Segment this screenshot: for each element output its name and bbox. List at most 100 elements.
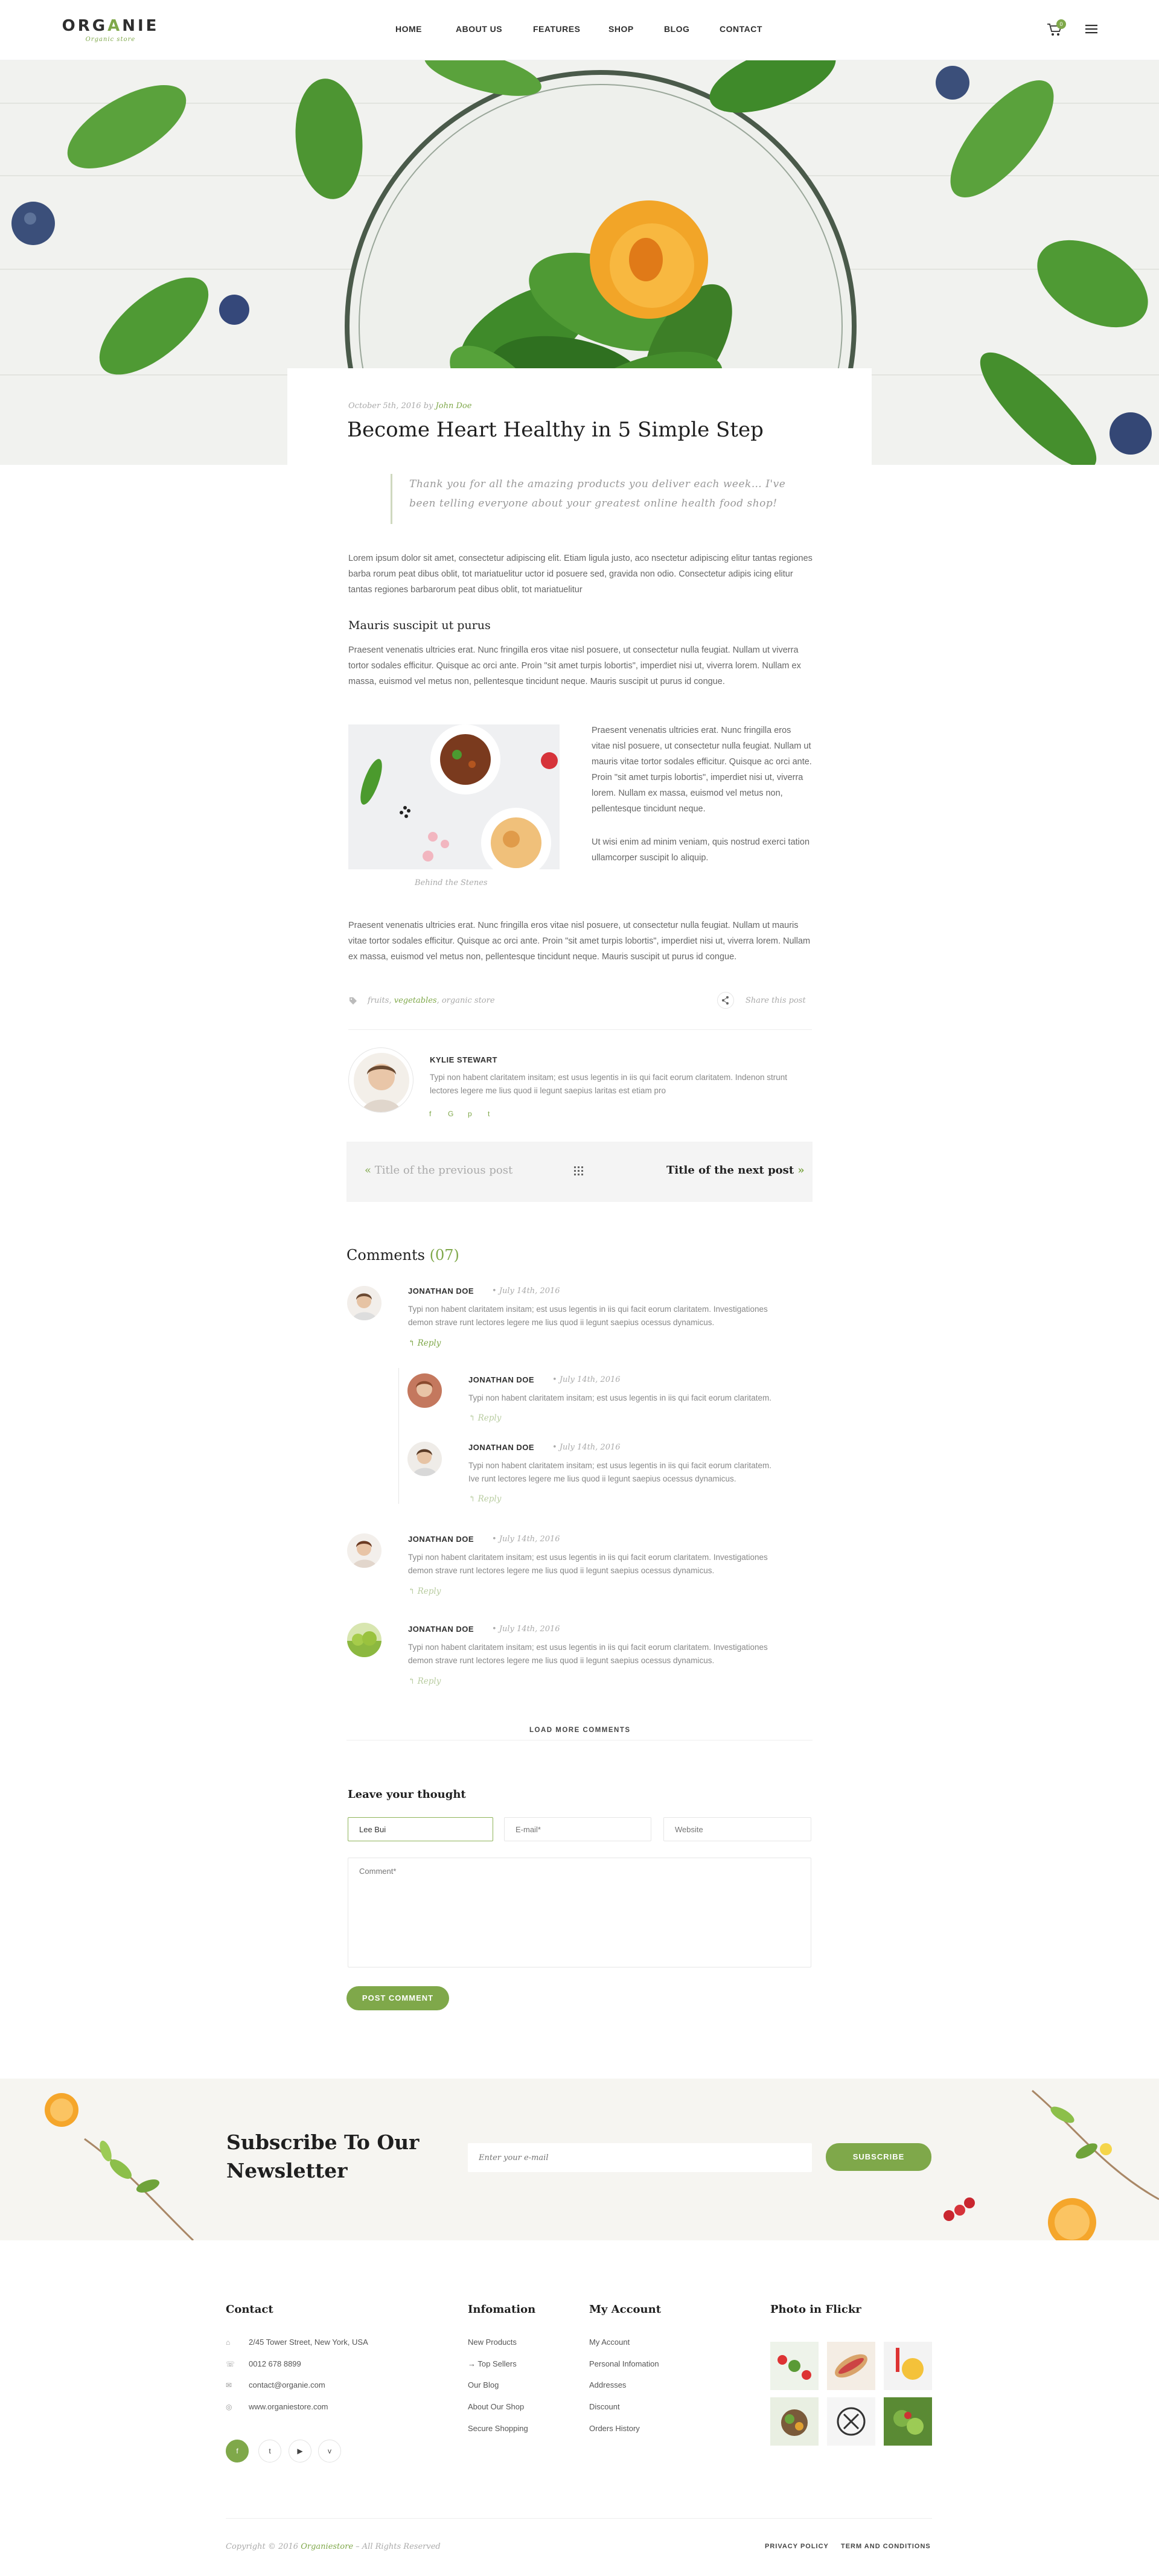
flickr-photo[interactable] [770, 2342, 819, 2390]
footer-link-new-products[interactable]: New Products [468, 2338, 517, 2347]
prev-post-title: Title of the previous post [374, 1164, 513, 1177]
footer-link-addresses[interactable]: Addresses [589, 2380, 626, 2389]
reply-link[interactable]: ↰ Reply [408, 1338, 441, 1348]
reply-link[interactable]: ↰ Reply [408, 1676, 441, 1686]
reply-thread-line [398, 1368, 399, 1504]
comment-text-line-1: Typi non habent claritatem insitam; est … [408, 1553, 768, 1562]
nav-home[interactable]: HOME [395, 24, 422, 34]
newsletter-section: Subscribe To Our Newsletter SUBSCRIBE [0, 2079, 1159, 2240]
next-post-link[interactable]: Title of the next post » [666, 1164, 805, 1177]
comment-text-line-2: demon strave runt lectores legere me liu… [408, 1318, 715, 1327]
footer-youtube-icon[interactable]: ▶ [289, 2440, 311, 2463]
footer-link-about-shop[interactable]: About Our Shop [468, 2402, 524, 2411]
footer-website[interactable]: www.organiestore.com [249, 2402, 328, 2411]
flickr-photo[interactable] [884, 2397, 932, 2446]
home-icon: ⌂ [226, 2338, 231, 2347]
food-plates-illustration [360, 724, 558, 869]
article-intro: Lorem ipsum dolor sit amet, consectetur … [348, 554, 813, 595]
flickr-photo[interactable] [827, 2342, 875, 2390]
flickr-photo[interactable] [827, 2397, 875, 2446]
logo[interactable]: ORGANIE Organic store [59, 17, 162, 51]
tag-organic-store[interactable]: , organic store [437, 996, 495, 1005]
nav-blog[interactable]: BLOG [664, 24, 689, 34]
tag-fruits[interactable]: fruits, [368, 996, 394, 1005]
divider [348, 1029, 812, 1030]
reply-link[interactable]: ↰ Reply [468, 1494, 501, 1504]
article-image[interactable] [348, 724, 560, 869]
footer-twitter-icon[interactable]: t [258, 2440, 281, 2463]
prev-post-link[interactable]: « Title of the previous post [365, 1164, 512, 1177]
comment-text-line-2: demon strave runt lectores legere me liu… [408, 1566, 715, 1575]
privacy-policy-link[interactable]: PRIVACY POLICY [765, 2543, 829, 2550]
nav-contact[interactable]: CONTACT [720, 24, 762, 34]
nav-about-us[interactable]: ABOUT US [456, 24, 502, 34]
image-caption: Behind the Stenes [415, 878, 488, 887]
nav-features[interactable]: FEATURES [533, 24, 580, 34]
footer-link-our-blog[interactable]: Our Blog [468, 2380, 499, 2389]
footer-email[interactable]: contact@organie.com [249, 2380, 325, 2389]
author-facebook-icon[interactable]: f [429, 1110, 431, 1118]
comment-textarea[interactable] [348, 1858, 811, 1967]
comment-text-line-2: Ive runt lectores legere me lius quod ii… [468, 1474, 736, 1483]
subscribe-button[interactable]: SUBSCRIBE [826, 2143, 931, 2171]
comment-date: • July 14th, 2016 [492, 1286, 560, 1296]
grid-icon[interactable] [574, 1166, 584, 1176]
website-input[interactable] [663, 1817, 811, 1841]
next-post-title: Title of the next post [666, 1164, 794, 1177]
share-button[interactable] [717, 992, 734, 1009]
footer-account-heading: My Account [589, 2303, 662, 2316]
quote-bar [391, 474, 392, 524]
nav-shop[interactable]: SHOP [608, 24, 634, 34]
footer-link-top-sellers[interactable]: → Top Sellers [468, 2359, 517, 2368]
copyright-brand-link[interactable]: Organiestore [301, 2542, 353, 2551]
author-twitter-icon[interactable]: t [488, 1110, 490, 1118]
reply-link[interactable]: ↰ Reply [468, 1413, 501, 1423]
comment-author: JONATHAN DOE [468, 1375, 535, 1384]
side-paragraph-2: Ut wisi enim ad minim veniam, quis nostr… [592, 837, 810, 863]
author-pinterest-icon[interactable]: p [468, 1110, 472, 1118]
footer-facebook-icon[interactable]: f [226, 2440, 249, 2463]
comment-text: Typi non habent claritatem insitam; est … [468, 1393, 771, 1402]
footer-link-orders-history[interactable]: Orders History [589, 2424, 640, 2433]
reply-label: Reply [417, 1338, 441, 1348]
email-input[interactable] [504, 1817, 651, 1841]
terms-link[interactable]: TERM AND CONDITIONS [841, 2543, 931, 2550]
tag-vegetables[interactable]: vegetables [394, 996, 437, 1005]
logo-text-accent: A [107, 17, 123, 35]
comment-date-text: July 14th, 2016 [559, 1375, 621, 1384]
comments-count: (07) [429, 1247, 459, 1264]
footer-link-discount[interactable]: Discount [589, 2402, 620, 2411]
footer-link-personal-info[interactable]: Personal Infomation [589, 2359, 659, 2368]
newsletter-email-input[interactable] [468, 2143, 812, 2172]
footer-vimeo-icon[interactable]: v [318, 2440, 341, 2463]
name-input[interactable] [348, 1817, 493, 1841]
comment-text: Typi non habent claritatem insitam; est … [408, 1551, 813, 1577]
reply-link[interactable]: ↰ Reply [408, 1587, 441, 1596]
comment-date-text: July 14th, 2016 [499, 1286, 560, 1296]
article-meta: October 5th, 2016 by John Doe [348, 401, 471, 411]
comment-date-text: July 14th, 2016 [559, 1443, 621, 1452]
logo-text-end: NIE [122, 17, 159, 35]
post-comment-button[interactable]: POST COMMENT [346, 1986, 449, 2010]
logo-tagline: Organic store [85, 36, 136, 43]
footer-flickr-heading: Photo in Flickr [770, 2303, 861, 2316]
author-google-icon[interactable]: G [448, 1110, 453, 1118]
cart-count-badge: 0 [1056, 19, 1066, 29]
comments-heading: Comments (07) [346, 1247, 459, 1264]
article-date: October 5th, 2016 [348, 401, 421, 411]
reply-label: Reply [417, 1676, 441, 1686]
reply-label: Reply [477, 1413, 502, 1423]
footer-link-my-account[interactable]: My Account [589, 2338, 630, 2347]
load-more-comments-button[interactable]: LOAD MORE COMMENTS [529, 1727, 631, 1734]
footer-link-secure-shopping[interactable]: Secure Shopping [468, 2424, 528, 2433]
footer-link-top-sellers-label: Top Sellers [477, 2359, 517, 2368]
article-subheading: Mauris suscipit ut purus [348, 619, 491, 632]
flickr-photo[interactable] [884, 2342, 932, 2390]
share-icon [722, 996, 729, 1005]
article-author-link[interactable]: John Doe [436, 401, 472, 411]
flickr-photo[interactable] [770, 2397, 819, 2446]
author-name: KYLIE STEWART [430, 1055, 497, 1064]
menu-icon[interactable] [1085, 24, 1097, 34]
reply-label: Reply [417, 1587, 441, 1596]
comment-date: • July 14th, 2016 [552, 1375, 621, 1384]
